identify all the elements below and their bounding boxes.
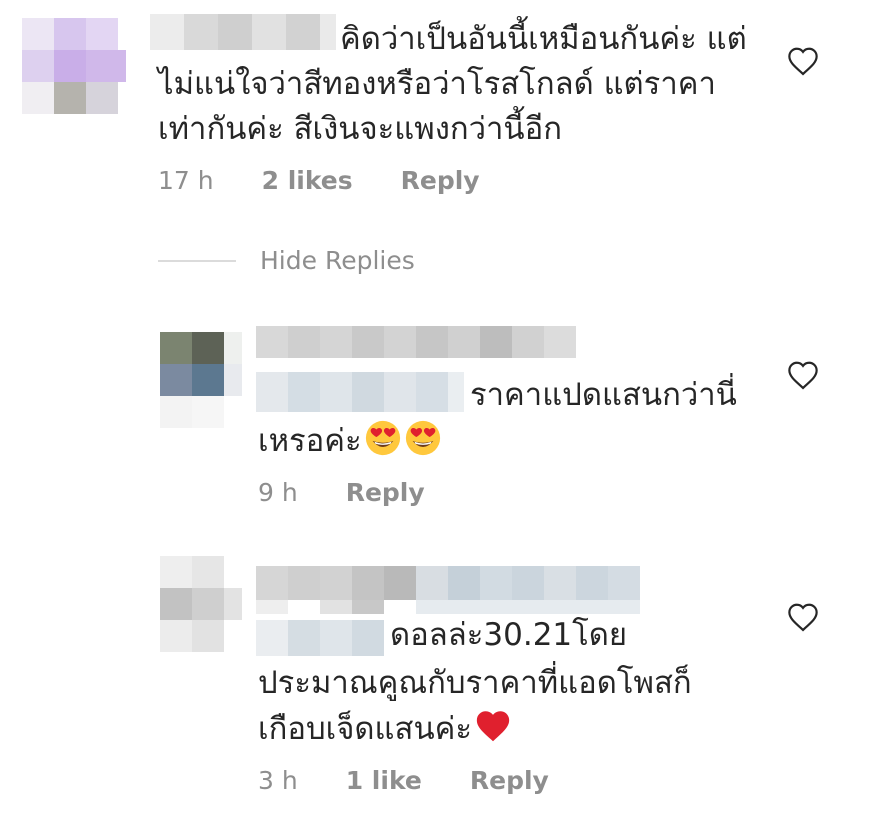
reply-text: เกือบเจ็ดแสนค่ะ xyxy=(258,711,473,747)
heart-eyes-emoji xyxy=(405,420,440,456)
avatar[interactable] xyxy=(22,18,128,114)
reply-button[interactable]: Reply xyxy=(346,478,425,507)
username-redacted[interactable] xyxy=(150,10,336,54)
hide-replies-label: Hide Replies xyxy=(260,246,415,275)
likes-count-button[interactable]: 1 like xyxy=(346,766,422,795)
comment-text-line: คิดว่าเป็นอันนี้เหมือนกันค่ะ แต่ xyxy=(340,21,747,57)
heart-outline-icon[interactable] xyxy=(786,360,820,390)
reply-text-line: ดอลล่ะ30.21โดย xyxy=(390,617,628,653)
reply-text-line: เหรอค่ะ xyxy=(258,418,442,465)
timestamp: 9 h xyxy=(258,478,298,507)
heart-outline-icon[interactable] xyxy=(786,602,820,632)
reply-button[interactable]: Reply xyxy=(470,766,549,795)
reply-text-line: ราคาแปดแสนกว่านี่ xyxy=(470,377,737,413)
likes-count-button[interactable]: 2 likes xyxy=(262,166,353,195)
timestamp: 17 h xyxy=(158,166,214,195)
comment-text-line: เท่ากันค่ะ สีเงินจะแพงกว่านี้อีก xyxy=(158,111,563,147)
reply-meta: 9 h Reply xyxy=(258,478,425,507)
reply-text-line: ประมาณคูณกับราคาที่แอดโพสก็ xyxy=(258,665,692,701)
reply-text-line: เกือบเจ็ดแสนค่ะ xyxy=(258,706,512,753)
reply-button[interactable]: Reply xyxy=(401,166,480,195)
hide-replies-button[interactable]: Hide Replies xyxy=(158,246,415,275)
comment-text-line: ไม่แน่ใจว่าสีทองหรือว่าโรสโกลด์ แต่ราคา xyxy=(158,66,716,102)
reply-meta: 3 h 1 like Reply xyxy=(258,766,549,795)
avatar[interactable] xyxy=(160,332,242,428)
reply-text: เหรอค่ะ xyxy=(258,423,362,459)
comment-meta: 17 h 2 likes Reply xyxy=(158,166,480,195)
heart-eyes-emoji xyxy=(365,420,400,456)
hide-replies-divider xyxy=(158,259,236,262)
heart-outline-icon[interactable] xyxy=(786,46,820,76)
red-heart-emoji xyxy=(476,711,510,742)
avatar[interactable] xyxy=(160,556,242,652)
timestamp: 3 h xyxy=(258,766,298,795)
